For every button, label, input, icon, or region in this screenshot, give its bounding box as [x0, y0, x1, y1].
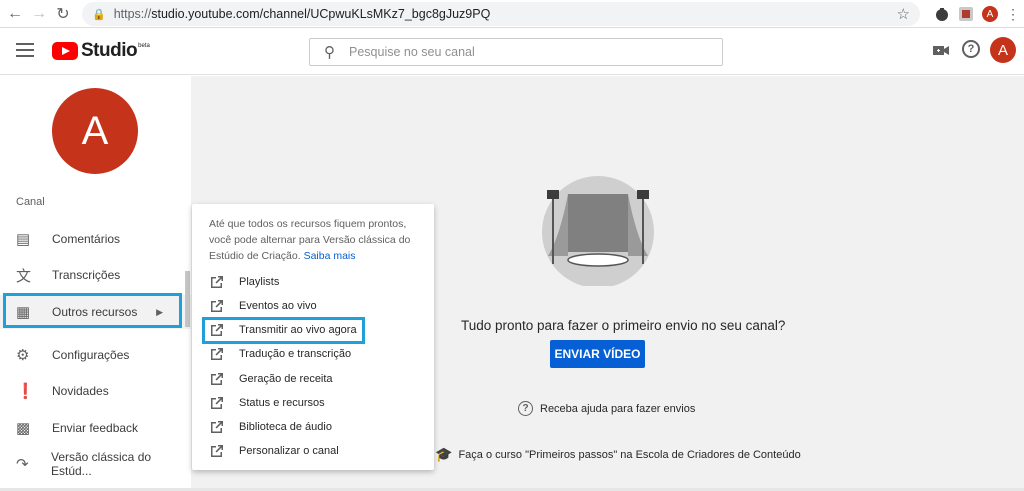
help-icon[interactable]: ? [962, 40, 980, 58]
menu-item-live-events[interactable]: Eventos ao vivo [192, 295, 434, 317]
youtube-play-icon [52, 42, 78, 60]
sidebar-item-label: Novidades [52, 384, 109, 398]
sidebar-item-feedback[interactable]: ▩ Enviar feedback [0, 411, 191, 445]
empty-state-message: Tudo pronto para fazer o primeiro envio … [461, 318, 786, 333]
sidebar-item-label: Transcrições [52, 268, 121, 282]
external-link-icon [211, 421, 223, 433]
graduation-cap-icon: 🎓 [435, 446, 453, 462]
sidebar-item-classic-studio[interactable]: ↷ Versão clássica do Estúd... [0, 447, 191, 481]
hamburger-menu-icon[interactable] [16, 43, 34, 57]
menu-item-label: Biblioteca de áudio [239, 421, 332, 433]
address-bar[interactable]: 🔒 https://studio.youtube.com/channel/UCp… [82, 2, 920, 26]
browser-menu-icon[interactable]: ⋮ [1006, 6, 1020, 23]
search-icon: ⚲ [324, 44, 335, 61]
upload-stage-illustration [542, 176, 654, 286]
sidebar: A Canal ▤ Comentários 文 Transcrições ▦ O… [0, 76, 191, 491]
help-circle-icon: ? [518, 401, 533, 416]
sidebar-section-title: Canal [16, 196, 45, 208]
feedback-icon: ▩ [16, 420, 31, 437]
menu-item-playlists[interactable]: Playlists [192, 271, 434, 293]
account-avatar[interactable]: A [990, 37, 1016, 63]
create-video-icon[interactable] [933, 44, 949, 57]
sidebar-item-label: Comentários [52, 232, 121, 246]
menu-item-label: Personalizar o canal [239, 445, 339, 457]
sidebar-item-settings[interactable]: ⚙ Configurações [0, 338, 191, 372]
browser-toolbar: ← → ↻ 🔒 https://studio.youtube.com/chann… [0, 0, 1024, 28]
app-header: Studio beta ⚲ ? A [0, 29, 1024, 75]
sidebar-scrollbar[interactable] [185, 271, 190, 327]
learn-more-link[interactable]: Saiba mais [304, 250, 356, 262]
creator-course-link[interactable]: 🎓 Faça o curso "Primeiros passos" na Esc… [435, 446, 801, 463]
channel-avatar[interactable]: A [52, 88, 138, 174]
url-scheme: https:// [113, 7, 152, 21]
highlight-box-other-features [3, 293, 182, 328]
sidebar-item-news[interactable]: ❗ Novidades [0, 374, 191, 408]
menu-item-customize-channel[interactable]: Personalizar o canal [192, 440, 434, 462]
classic-studio-icon: ↷ [16, 456, 29, 473]
popup-intro: Até que todos os recursos fiquem prontos… [209, 216, 421, 264]
browser-profile-avatar[interactable]: A [982, 6, 998, 22]
sidebar-item-transcriptions[interactable]: 文 Transcrições [0, 258, 191, 292]
external-link-icon [211, 276, 223, 288]
sidebar-item-label: Configurações [52, 348, 130, 362]
menu-item-label: Eventos ao vivo [239, 300, 317, 312]
menu-item-label: Status e recursos [239, 397, 325, 409]
menu-item-status-features[interactable]: Status e recursos [192, 392, 434, 414]
upload-help-link[interactable]: ? Receba ajuda para fazer envios [518, 401, 695, 416]
extension-icon[interactable] [934, 6, 950, 22]
alert-icon: ❗ [16, 383, 35, 400]
sidebar-item-comments[interactable]: ▤ Comentários [0, 222, 191, 256]
pdf-extension-icon[interactable] [958, 6, 974, 22]
menu-item-audio-library[interactable]: Biblioteca de áudio [192, 416, 434, 438]
back-arrow-icon[interactable]: ← [4, 3, 26, 25]
menu-item-label: Tradução e transcrição [239, 348, 352, 360]
lock-icon: 🔒 [92, 8, 106, 21]
upload-help-text: Receba ajuda para fazer envios [540, 402, 696, 415]
logo-text: Studio [81, 40, 138, 61]
external-link-icon [211, 373, 223, 385]
comment-icon: ▤ [16, 231, 31, 248]
reload-icon[interactable]: ↻ [52, 3, 74, 25]
creator-course-text: Faça o curso "Primeiros passos" na Escol… [458, 448, 801, 461]
upload-video-button[interactable]: ENVIAR VÍDEO [550, 340, 645, 368]
beta-label: beta [138, 43, 150, 49]
forward-arrow-icon[interactable]: → [28, 3, 50, 25]
url-text: studio.youtube.com/channel/UCpwuKLsMKz7_… [151, 7, 491, 21]
menu-item-monetization[interactable]: Geração de receita [192, 368, 434, 390]
bookmark-star-icon[interactable]: ☆ [897, 5, 910, 23]
search-box[interactable]: ⚲ [309, 38, 723, 66]
external-link-icon [211, 300, 223, 312]
menu-item-label: Playlists [239, 276, 280, 288]
menu-item-translations[interactable]: Tradução e transcrição [192, 343, 434, 365]
gear-icon: ⚙ [16, 347, 30, 364]
search-input[interactable] [349, 45, 689, 59]
translate-icon: 文 [16, 267, 32, 285]
studio-logo[interactable]: Studio beta [52, 40, 150, 62]
external-link-icon [211, 397, 223, 409]
external-link-icon [211, 445, 223, 457]
sidebar-item-label: Enviar feedback [52, 421, 139, 435]
external-link-icon [211, 348, 223, 360]
highlight-box-go-live [202, 317, 365, 344]
sidebar-item-label: Versão clássica do Estúd... [50, 450, 152, 478]
menu-item-label: Geração de receita [239, 373, 333, 385]
